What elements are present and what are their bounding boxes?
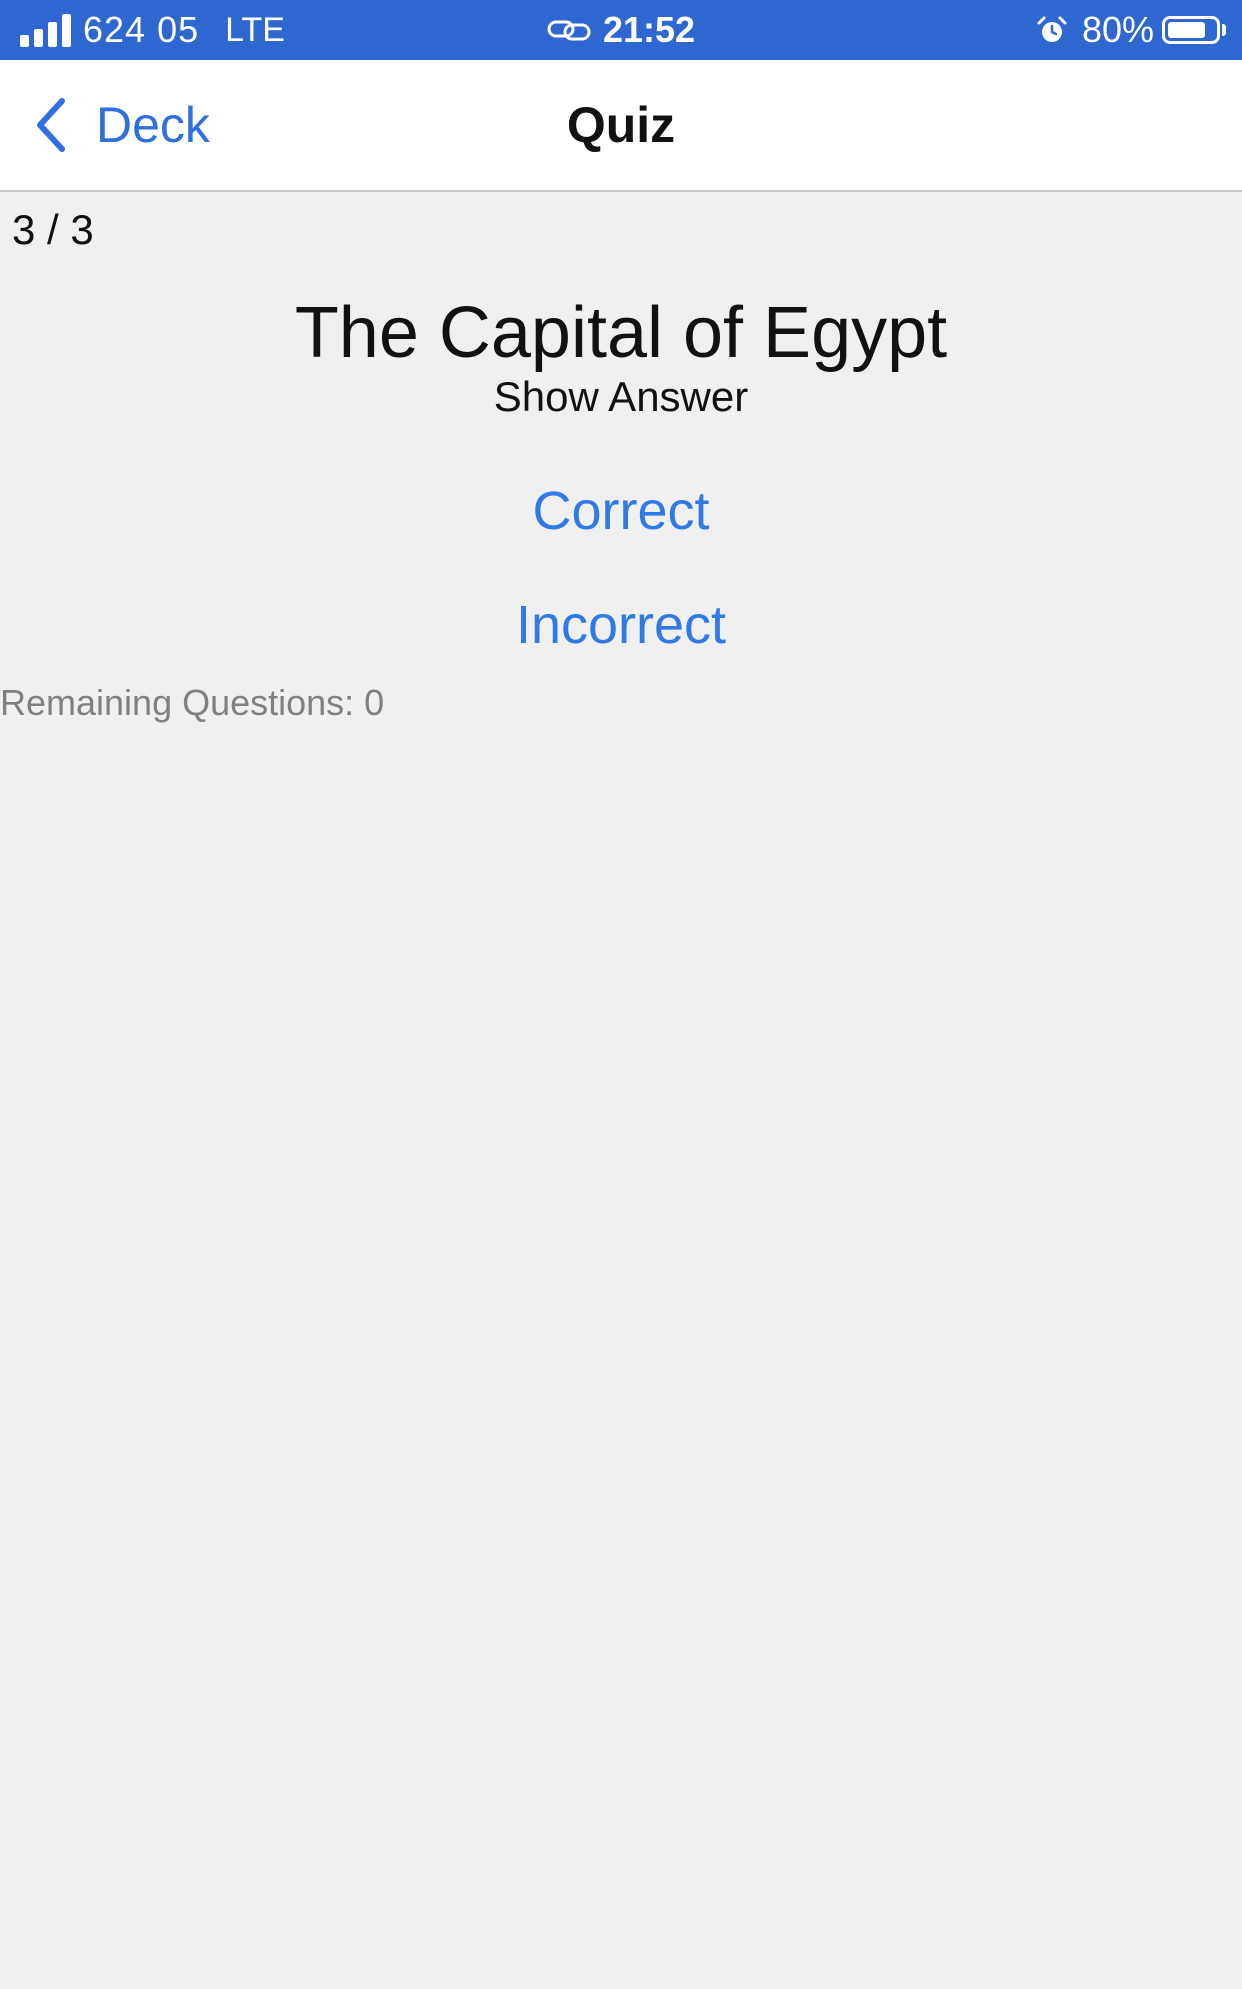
remaining-questions: Remaining Questions: 0 xyxy=(0,682,385,723)
status-bar: 624 05 LTE 21:52 80% xyxy=(0,0,1242,60)
clock: 21:52 xyxy=(602,9,696,50)
back-button-label: Deck xyxy=(96,97,210,153)
battery-fill xyxy=(1168,22,1205,38)
progress-counter: 3 / 3 xyxy=(12,206,94,253)
chevron-left-icon xyxy=(37,98,65,152)
battery-percentage: 80% xyxy=(1081,9,1154,50)
incorrect-button[interactable]: Incorrect xyxy=(0,594,1242,656)
show-answer-button[interactable]: Show Answer xyxy=(0,373,1242,421)
alarm-icon xyxy=(1037,16,1067,42)
link-icon xyxy=(547,20,591,41)
status-right: 80% xyxy=(1036,0,1226,60)
correct-button[interactable]: Correct xyxy=(0,480,1242,542)
question-title: The Capital of Egypt xyxy=(294,293,948,373)
back-button[interactable]: Deck xyxy=(34,60,210,190)
battery-tip xyxy=(1222,24,1226,36)
navigation-bar: Quiz Deck xyxy=(0,60,1242,192)
battery-icon xyxy=(1162,16,1220,44)
